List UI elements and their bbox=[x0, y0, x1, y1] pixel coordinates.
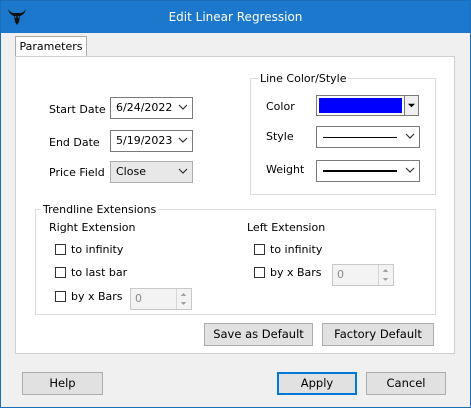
left-by-x-bars-label: by x Bars bbox=[270, 266, 322, 279]
factory-default-button[interactable]: Factory Default bbox=[322, 323, 434, 346]
left-bars-stepper[interactable]: 0 bbox=[332, 264, 394, 286]
help-button[interactable]: Help bbox=[22, 372, 103, 395]
right-bars-stepper[interactable]: 0 bbox=[130, 288, 192, 310]
right-by-x-bars-label: by x Bars bbox=[71, 290, 123, 303]
price-field-select[interactable]: Close bbox=[110, 161, 193, 183]
right-extension-heading: Right Extension bbox=[49, 221, 136, 234]
spin-down-icon[interactable] bbox=[180, 300, 187, 307]
style-label: Style bbox=[266, 130, 294, 143]
line-style-group-label: Line Color/Style bbox=[258, 72, 349, 85]
left-to-infinity-checkbox[interactable] bbox=[254, 244, 265, 255]
title-bar[interactable]: Edit Linear Regression bbox=[1, 1, 470, 33]
apply-button[interactable]: Apply bbox=[277, 372, 357, 395]
window-title: Edit Linear Regression bbox=[168, 10, 303, 24]
chevron-down-icon bbox=[178, 104, 188, 110]
save-as-default-button[interactable]: Save as Default bbox=[204, 323, 313, 346]
price-field-label: Price Field bbox=[49, 166, 105, 179]
line-style-select[interactable] bbox=[316, 126, 420, 148]
chevron-down-icon bbox=[405, 167, 415, 173]
right-bars-spin-buttons[interactable] bbox=[176, 289, 191, 309]
left-bars-value: 0 bbox=[337, 268, 344, 281]
footer-bar: Help Apply Cancel bbox=[1, 363, 470, 407]
weight-label: Weight bbox=[266, 163, 305, 176]
end-date-value: 5/19/2023 bbox=[116, 134, 173, 147]
line-weight-select[interactable] bbox=[316, 160, 420, 182]
right-bars-value: 0 bbox=[135, 292, 142, 305]
spin-down-icon[interactable] bbox=[382, 276, 389, 283]
left-by-x-bars-checkbox[interactable] bbox=[254, 267, 265, 278]
spin-up-icon[interactable] bbox=[180, 291, 187, 298]
chevron-down-icon bbox=[405, 133, 415, 139]
color-swatch bbox=[319, 98, 402, 113]
right-to-infinity-label: to infinity bbox=[71, 243, 124, 256]
price-field-value: Close bbox=[116, 165, 146, 178]
color-dropdown-button[interactable] bbox=[404, 96, 418, 115]
dropdown-arrow-icon bbox=[407, 103, 416, 108]
end-date-label: End Date bbox=[49, 136, 100, 149]
left-bars-spin-buttons[interactable] bbox=[378, 265, 393, 285]
line-weight-preview bbox=[323, 170, 397, 172]
color-picker[interactable] bbox=[316, 95, 419, 116]
right-to-infinity-checkbox[interactable] bbox=[55, 244, 66, 255]
right-to-last-bar-checkbox[interactable] bbox=[55, 267, 66, 278]
chevron-down-icon bbox=[178, 137, 188, 143]
chevron-down-icon bbox=[178, 168, 188, 174]
color-label: Color bbox=[266, 100, 295, 113]
right-to-last-bar-label: to last bar bbox=[71, 266, 128, 279]
start-date-label: Start Date bbox=[49, 103, 106, 116]
start-date-picker[interactable]: 6/24/2022 bbox=[110, 97, 193, 119]
cancel-button[interactable]: Cancel bbox=[366, 372, 446, 395]
trendline-extensions-label: Trendline Extensions bbox=[41, 203, 159, 216]
line-style-preview bbox=[323, 137, 397, 138]
left-extension-heading: Left Extension bbox=[247, 221, 326, 234]
start-date-value: 6/24/2022 bbox=[116, 101, 173, 114]
end-date-picker[interactable]: 5/19/2023 bbox=[110, 130, 193, 152]
right-by-x-bars-checkbox[interactable] bbox=[55, 291, 66, 302]
parameters-panel: Start Date 6/24/2022 End Date 5/19/2023 … bbox=[15, 56, 455, 354]
spin-up-icon[interactable] bbox=[382, 267, 389, 274]
tab-parameters[interactable]: Parameters bbox=[15, 36, 87, 57]
left-to-infinity-label: to infinity bbox=[270, 243, 323, 256]
dialog-window: Edit Linear Regression Parameters Start … bbox=[0, 0, 471, 408]
